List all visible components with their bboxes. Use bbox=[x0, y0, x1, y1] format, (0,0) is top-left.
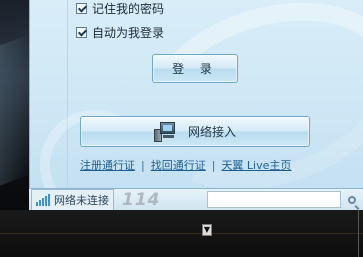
search-icon bbox=[348, 195, 356, 204]
login-button-label: 登 录 bbox=[172, 62, 218, 76]
number-114-label: 114 bbox=[122, 190, 161, 210]
login-button[interactable]: 登 录 bbox=[152, 54, 238, 83]
network-computer-icon bbox=[153, 121, 176, 142]
search-input[interactable] bbox=[207, 191, 341, 208]
register-link[interactable]: 注册通行证 bbox=[80, 157, 135, 173]
recover-link[interactable]: 找回通行证 bbox=[151, 157, 206, 173]
connection-status[interactable]: 网络未连接 bbox=[31, 189, 114, 211]
auto-login-label: 自动为我登录 bbox=[92, 26, 165, 40]
auto-login-option[interactable]: 自动为我登录 bbox=[76, 24, 164, 41]
tianyi-home-link[interactable]: 天翼 Live主页 bbox=[221, 157, 291, 173]
signal-bars-icon bbox=[36, 194, 51, 206]
chevron-down-icon[interactable]: ▼ bbox=[202, 224, 212, 236]
remember-password-checkbox[interactable] bbox=[76, 3, 87, 14]
desktop-light-streak bbox=[0, 34, 30, 186]
auto-login-checkbox[interactable] bbox=[76, 27, 87, 38]
strip-divider bbox=[0, 233, 363, 234]
status-bar: 网络未连接 114 bbox=[29, 188, 363, 211]
account-links: 注册通行证 | 找回通行证 | 天翼 Live主页 bbox=[80, 157, 291, 173]
remember-password-option[interactable]: 记住我的密码 bbox=[76, 0, 164, 17]
connection-status-label: 网络未连接 bbox=[54, 194, 109, 207]
network-access-label: 网络接入 bbox=[187, 125, 236, 139]
search-button[interactable] bbox=[343, 190, 361, 209]
right-divider bbox=[358, 210, 359, 257]
network-access-button[interactable]: 网络接入 bbox=[80, 116, 310, 147]
link-separator: | bbox=[141, 158, 145, 172]
link-separator: | bbox=[211, 158, 216, 172]
remember-password-label: 记住我的密码 bbox=[92, 2, 165, 16]
